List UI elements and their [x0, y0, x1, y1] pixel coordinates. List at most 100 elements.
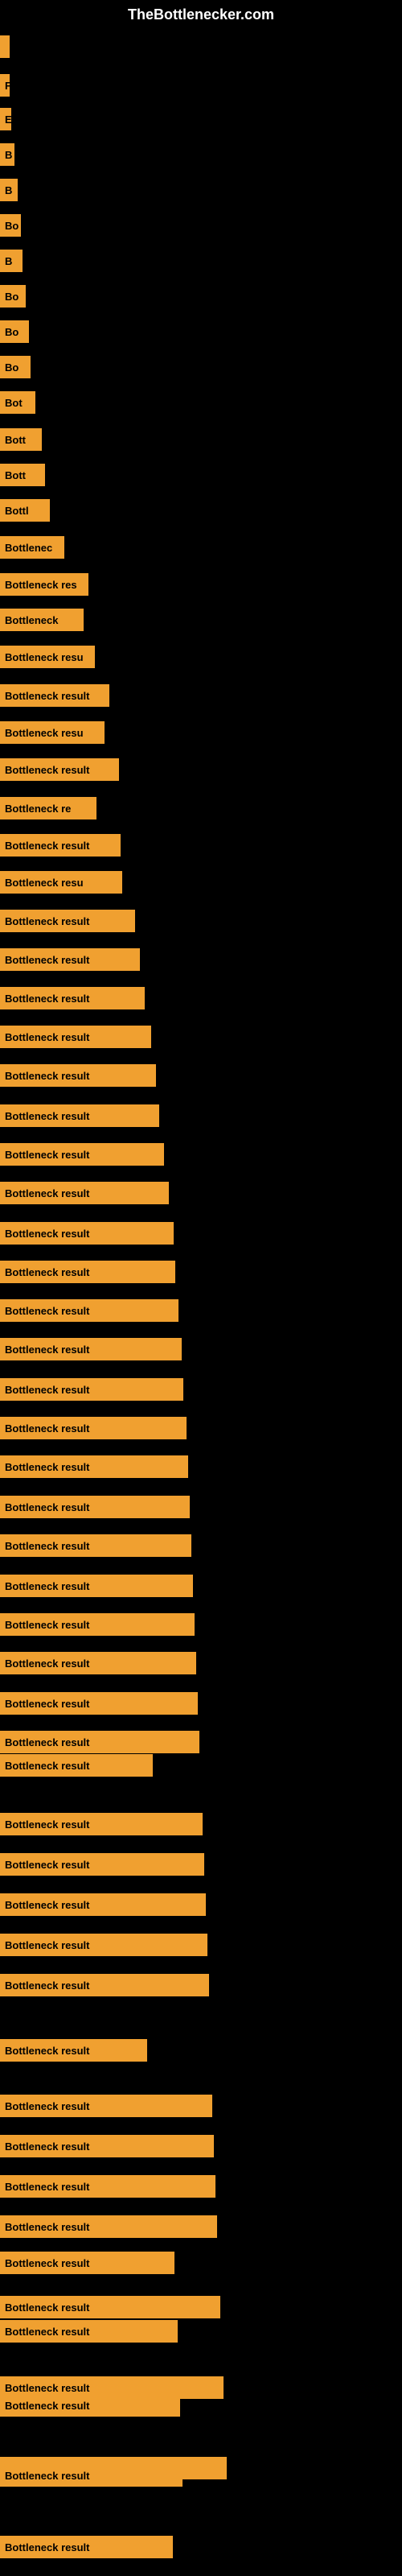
bar-label: Bottleneck result: [0, 2039, 147, 2062]
list-item: Bottleneck result: [0, 1298, 178, 1323]
list-item: Bottleneck result: [0, 1415, 187, 1441]
list-item: Bottleneck result: [0, 2133, 214, 2159]
bar-label: Bottleneck result: [0, 2175, 215, 2198]
bar-label: Bottleneck resu: [0, 646, 95, 668]
bar-label: Bottleneck result: [0, 1853, 204, 1876]
list-item: Bottleneck resu: [0, 869, 122, 895]
list-item: Bottleneck result: [0, 1103, 159, 1129]
list-item: Bottleneck result: [0, 683, 109, 708]
bar-label: Bottleneck result: [0, 1182, 169, 1204]
list-item: E: [0, 106, 11, 132]
list-item: Bottleneck result: [0, 2250, 174, 2276]
bar-label: Bottleneck result: [0, 2320, 178, 2343]
bar-label: Bottleneck result: [0, 1026, 151, 1048]
list-item: Bottleneck result: [0, 1729, 199, 1755]
list-item: Bottlenec: [0, 535, 64, 560]
list-item: Bottleneck result: [0, 2214, 217, 2240]
bar-label: Bottleneck result: [0, 1613, 195, 1636]
list-item: Bottleneck result: [0, 1063, 156, 1088]
list-item: Bottleneck result: [0, 908, 135, 934]
list-item: F: [0, 72, 10, 98]
list-item: Bottleneck result: [0, 1141, 164, 1167]
bar-label: Bottleneck result: [0, 2215, 217, 2238]
list-item: Bottleneck result: [0, 1336, 182, 1362]
bar-label: B: [0, 179, 18, 201]
list-item: Bottleneck res: [0, 572, 88, 597]
list-item: Bot: [0, 390, 35, 415]
bar-label: Bottleneck result: [0, 1222, 174, 1245]
bar-label: Bo: [0, 214, 21, 237]
bar-label: Bottleneck result: [0, 1261, 175, 1283]
bar-label: [0, 35, 10, 58]
bar-label: Bottleneck result: [0, 910, 135, 932]
bar-label: F: [0, 74, 10, 97]
list-item: Bottleneck result: [0, 985, 145, 1011]
list-item: Bottleneck result: [0, 1494, 190, 1520]
list-item: Bo: [0, 283, 26, 309]
list-item: Bottleneck result: [0, 1690, 198, 1716]
bar-label: Bottleneck result: [0, 1652, 196, 1674]
bar-label: Bottleneck: [0, 609, 84, 631]
list-item: Bottleneck result: [0, 2318, 178, 2344]
list-item: Bottleneck result: [0, 2462, 183, 2488]
bar-label: Bo: [0, 320, 29, 343]
list-item: Bottleneck result: [0, 1811, 203, 1837]
bar-label: Bottleneck result: [0, 1064, 156, 1087]
bar-label: Bottl: [0, 499, 50, 522]
bar-label: E: [0, 108, 11, 130]
bar-label: Bottleneck result: [0, 987, 145, 1009]
bar-label: Bottleneck result: [0, 948, 140, 971]
bar-label: Bottleneck result: [0, 1731, 199, 1753]
bar-label: Bo: [0, 356, 31, 378]
bar-label: Bottleneck result: [0, 2464, 183, 2487]
bar-label: Bottleneck result: [0, 1378, 183, 1401]
bar-label: Bottleneck result: [0, 1813, 203, 1835]
list-item: Bottleneck result: [0, 1852, 204, 1877]
list-item: Bottleneck result: [0, 1180, 169, 1206]
bar-label: Bottleneck result: [0, 1754, 153, 1777]
list-item: [0, 34, 6, 60]
bar-label: Bottleneck result: [0, 1934, 207, 1956]
list-item: Bottleneck result: [0, 757, 119, 782]
bar-label: Bottleneck result: [0, 1974, 209, 1996]
bar-label: Bottleneck result: [0, 1534, 191, 1557]
list-item: Bottleneck result: [0, 1612, 195, 1637]
bar-label: Bottleneck result: [0, 1893, 206, 1916]
list-item: Bottl: [0, 497, 50, 523]
list-item: Bottleneck result: [0, 1024, 151, 1050]
bar-label: Bottleneck result: [0, 1299, 178, 1322]
bar-label: Bottleneck result: [0, 1455, 188, 1478]
list-item: Bottleneck result: [0, 832, 121, 858]
bar-label: Bottleneck result: [0, 2296, 220, 2318]
bar-label: Bottleneck result: [0, 2095, 212, 2117]
list-item: Bottleneck result: [0, 1259, 175, 1285]
list-item: Bott: [0, 462, 45, 488]
bar-label: B: [0, 250, 23, 272]
list-item: Bottleneck result: [0, 1454, 188, 1480]
list-item: Bottleneck result: [0, 2294, 220, 2320]
list-item: Bottleneck result: [0, 1892, 206, 1918]
bar-label: Bottleneck result: [0, 2135, 214, 2157]
list-item: Bottleneck result: [0, 2534, 173, 2560]
bar-label: Bott: [0, 464, 45, 486]
bar-label: Bottleneck result: [0, 1104, 159, 1127]
list-item: Bottleneck result: [0, 1573, 193, 1599]
list-item: Bottleneck result: [0, 1932, 207, 1958]
bar-label: Bottleneck result: [0, 2252, 174, 2274]
bar-label: Bo: [0, 285, 26, 308]
bar-label: Bottleneck result: [0, 2394, 180, 2417]
bar-label: Bottleneck result: [0, 684, 109, 707]
bar-label: Bottleneck result: [0, 1338, 182, 1360]
bar-label: Bottleneck result: [0, 1575, 193, 1597]
list-item: Bottleneck result: [0, 1972, 209, 1998]
list-item: Bottleneck resu: [0, 644, 95, 670]
list-item: Bottleneck result: [0, 947, 140, 972]
bar-label: Bottlenec: [0, 536, 64, 559]
bar-label: Bottleneck result: [0, 1692, 198, 1715]
bar-label: Bottleneck result: [0, 834, 121, 857]
bar-label: Bot: [0, 391, 35, 414]
bar-label: B: [0, 143, 14, 166]
list-item: Bottleneck resu: [0, 720, 105, 745]
list-item: B: [0, 177, 18, 203]
bar-label: Bott: [0, 428, 42, 451]
